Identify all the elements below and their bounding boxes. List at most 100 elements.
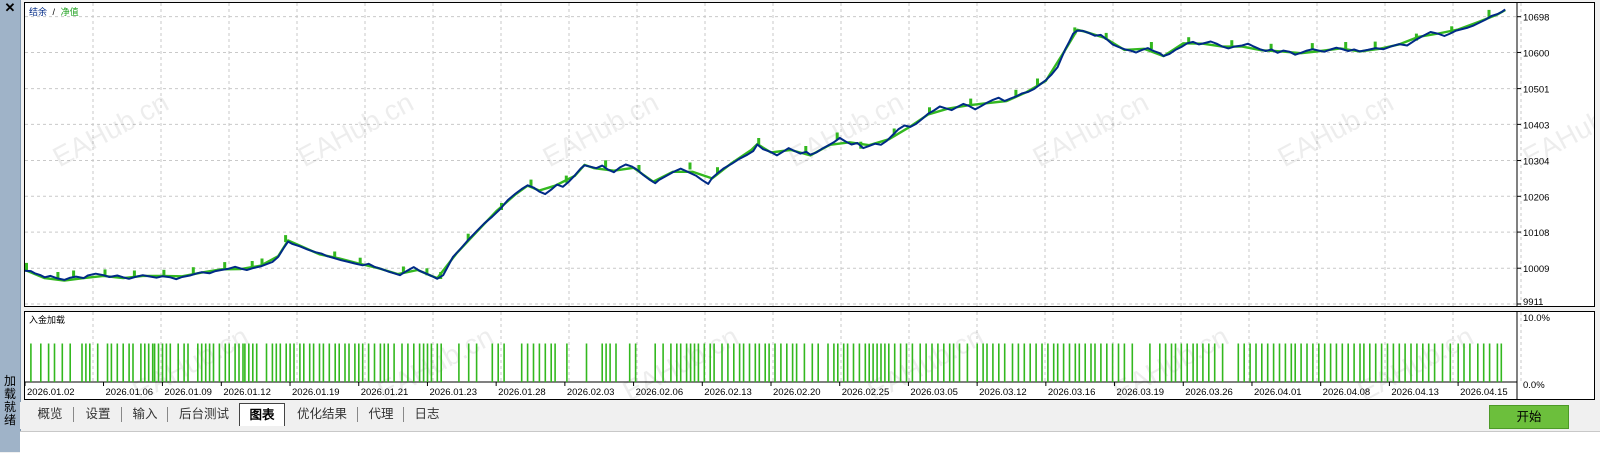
deposit-load-bar (379, 343, 382, 382)
deposit-load-bar (609, 343, 611, 382)
deposit-load-bar (212, 343, 215, 382)
deposit-load-bar (709, 343, 711, 382)
deposit-load-bar (899, 343, 902, 382)
close-icon[interactable]: ✕ (3, 1, 17, 15)
deposit-load-bar (876, 343, 878, 382)
deposit-load-bar (1068, 343, 1071, 382)
deposit-load-bar (30, 343, 32, 382)
deposit-load-bar (1488, 343, 1491, 382)
tab-graph[interactable]: 图表 (239, 403, 285, 426)
deposit-load-bar (1011, 343, 1014, 382)
deposit-load-bar (413, 343, 415, 382)
deposit-load-bar (132, 343, 134, 382)
deposit-load-bar (786, 343, 788, 382)
deposit-load-bar (312, 343, 315, 382)
deposit-load-bar (846, 343, 849, 382)
deposit-load-bar (234, 343, 236, 382)
x-tick-label: 2026.04.13 (1391, 387, 1439, 398)
deposit-load-bar (837, 343, 839, 382)
deposit-load-bar (758, 343, 761, 382)
y-tick-label: 10600 (1523, 48, 1549, 59)
deposit-load-bar (183, 343, 185, 382)
deposit-load-bar (703, 343, 706, 382)
deposit-load-bar (61, 343, 64, 382)
watermark-text: EAHub.cn (1028, 86, 1154, 173)
deposit-load-bar (1249, 343, 1251, 382)
deposit-load-bar (1463, 343, 1465, 382)
deposit-load-bar (1294, 343, 1296, 382)
deposit-load-bar (919, 343, 921, 382)
legend-equity: 净值 (61, 6, 79, 17)
deposit-load-bar (1341, 343, 1344, 382)
deposit-load-bar (1100, 343, 1102, 382)
x-tick-label: 2026.03.26 (1185, 387, 1233, 398)
deposit-load-bar (768, 343, 770, 382)
tab-inputs[interactable]: 输入 (122, 402, 168, 426)
left-panel-strip: ✕ 加载就绪 (0, 0, 21, 452)
tab-journal[interactable]: 日志 (404, 402, 450, 426)
x-tick-label: 2026.02.06 (636, 387, 684, 398)
deposit-load-bar (1017, 343, 1020, 382)
tab-agents[interactable]: 代理 (358, 402, 404, 426)
tab-optimization-results[interactable]: 优化结果 (286, 402, 358, 426)
deposit-load-bar (1410, 343, 1412, 382)
deposit-load-bar (1359, 343, 1361, 382)
y-tick-label: 10.0% (1523, 313, 1550, 324)
legend-balance: 结余 (29, 6, 47, 17)
deposit-load-bar (418, 343, 421, 382)
tab-backtest[interactable]: 后台测试 (168, 402, 240, 426)
deposit-load-bar (197, 343, 199, 382)
deposit-load-bar (497, 343, 499, 382)
deposit-load-bar (868, 343, 870, 382)
x-tick-label: 2026.04.08 (1323, 387, 1371, 398)
x-tick-label: 2026.02.03 (567, 387, 615, 398)
tab-settings[interactable]: 设置 (74, 402, 122, 426)
deposit-load-bar (748, 343, 751, 382)
deposit-load-bar (685, 343, 688, 382)
deposit-load-bar (1117, 343, 1120, 382)
deposit-load-bar (1078, 343, 1081, 382)
deposit-load-bar (271, 343, 274, 382)
deposit-load-bar (275, 343, 278, 382)
deposit-load-bar (585, 343, 588, 382)
deposit-load-bar (1335, 343, 1338, 382)
deposit-load-bar (1482, 343, 1485, 382)
deposit-load-bar (1422, 343, 1424, 382)
y-tick-label: 10304 (1523, 157, 1549, 168)
equity-mark (564, 175, 568, 183)
deposit-load-bar (662, 343, 664, 382)
deposit-load-bar (1090, 343, 1092, 382)
deposit-load-bar (1237, 343, 1240, 382)
deposit-load-bar (200, 343, 203, 382)
deposit-load-bar (1174, 343, 1177, 382)
watermark-text: EAHub.cn (1273, 86, 1399, 173)
deposit-load-bar (53, 343, 56, 382)
x-tick-label: 2026.01.28 (498, 387, 546, 398)
y-tick-label: 10009 (1523, 264, 1549, 275)
deposit-load-bar (880, 343, 882, 382)
deposit-load-bar (361, 343, 364, 382)
y-tick-label: 0.0% (1523, 380, 1545, 391)
x-tick-label: 2026.01.19 (292, 387, 340, 398)
start-button[interactable]: 开始 (1489, 405, 1569, 429)
tab-overview[interactable]: 概览 (26, 402, 74, 426)
deposit-load-bar (937, 343, 939, 382)
deposit-load-bar (218, 343, 221, 382)
equity-mark (25, 262, 28, 270)
deposit-load-bar (615, 343, 617, 382)
deposit-load-bar (1123, 343, 1126, 382)
deposit-load-bar (931, 343, 933, 382)
x-tick-label: 2026.02.13 (704, 387, 752, 398)
deposit-load-bar (998, 343, 1000, 382)
deposit-load-bar (1221, 343, 1224, 382)
deposit-load-bar (679, 343, 682, 382)
deposit-load-bar (69, 343, 71, 382)
deposit-load-bar (238, 343, 240, 382)
deposit-load-bar (817, 343, 819, 382)
deposit-load-bar (905, 343, 908, 382)
deposit-load-bar (1052, 343, 1055, 382)
deposit-load-bar (1094, 343, 1096, 382)
deposit-load-bar (1496, 343, 1499, 382)
deposit-load-bar (1457, 343, 1459, 382)
deposit-load-bar (318, 343, 321, 382)
